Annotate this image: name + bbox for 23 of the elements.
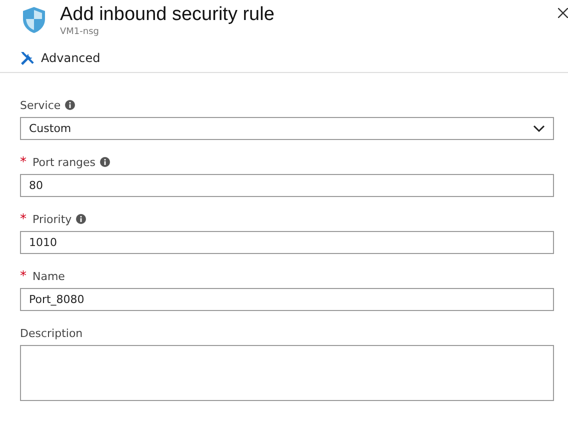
info-icon[interactable] (64, 100, 75, 110)
panel-subtitle: VM1-nsg (60, 27, 100, 37)
info-icon[interactable] (76, 214, 86, 224)
required-mark: * (20, 212, 26, 226)
field-label: Port ranges (32, 156, 96, 168)
panel-title: Add inbound security rule (60, 4, 274, 26)
required-mark: * (20, 268, 26, 284)
advanced-button[interactable]: Advanced (0, 42, 100, 62)
service-dropdown[interactable]: Custom (20, 117, 554, 140)
chevron-down-icon (533, 124, 545, 132)
field-label: Name (32, 270, 65, 282)
field-label: Priority (32, 212, 72, 226)
input-field[interactable]: 1010 (20, 231, 554, 254)
info-icon[interactable] (100, 157, 110, 167)
field-label: Description (20, 326, 83, 340)
description-field[interactable] (20, 345, 554, 401)
field-label: Service (20, 98, 61, 112)
shield-icon (22, 6, 46, 34)
required-mark: * (20, 154, 26, 170)
input-field[interactable]: Port_8080 (20, 288, 554, 311)
tools-icon (20, 50, 35, 66)
close-icon[interactable] (558, 8, 568, 18)
input-field[interactable]: 80 (20, 174, 554, 197)
